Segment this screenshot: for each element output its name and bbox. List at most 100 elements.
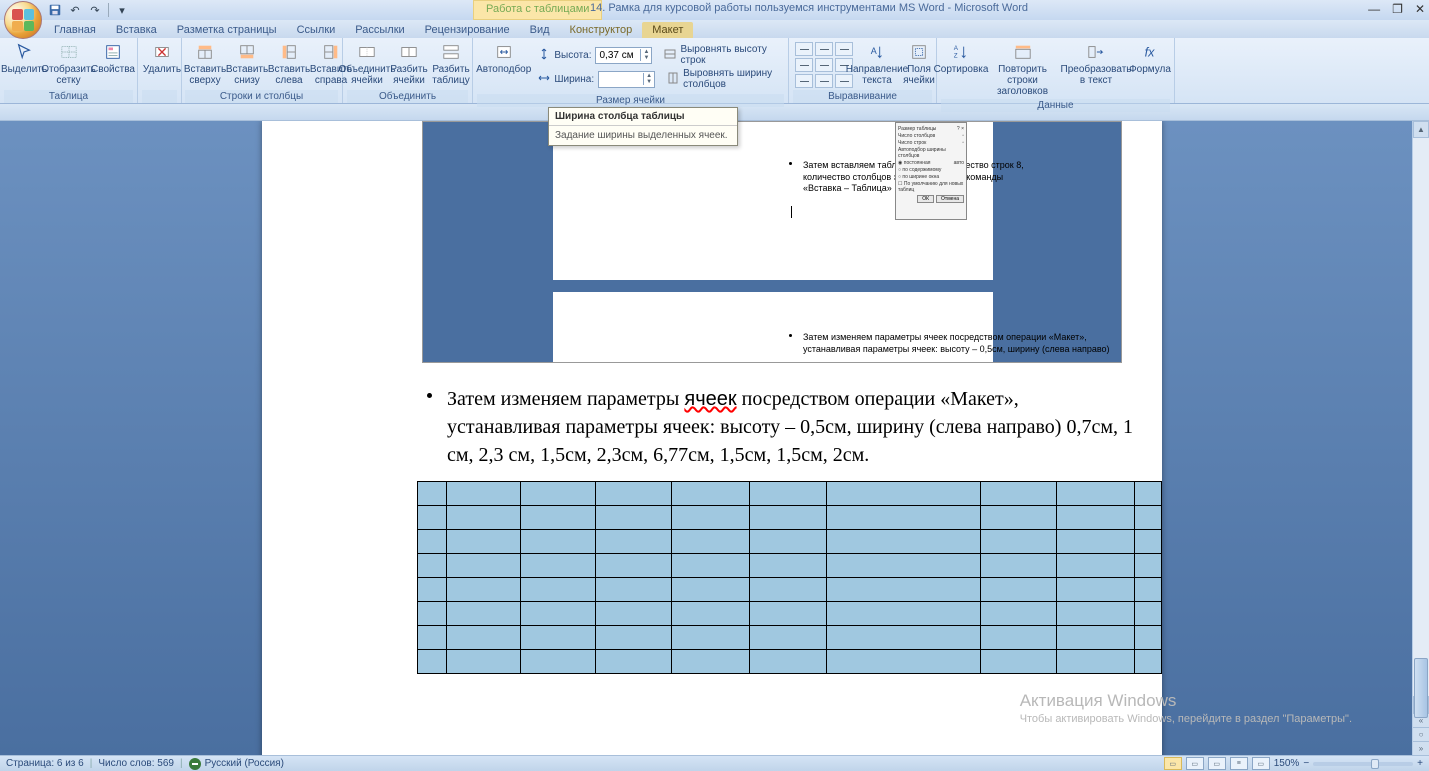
- scroll-thumb[interactable]: [1414, 658, 1428, 718]
- table-cell[interactable]: [520, 602, 596, 626]
- width-spinner[interactable]: ▲▼: [598, 71, 655, 88]
- table-cell[interactable]: [1057, 530, 1134, 554]
- align-ml[interactable]: [795, 58, 813, 72]
- table-cell[interactable]: [520, 530, 596, 554]
- redo-icon[interactable]: ↷: [88, 3, 102, 17]
- table-cell[interactable]: [671, 602, 749, 626]
- insert-above-button[interactable]: Вставить сверху: [185, 40, 225, 88]
- browse-object-button[interactable]: ○: [1413, 727, 1429, 741]
- table-cell[interactable]: [447, 578, 521, 602]
- table-cell[interactable]: [826, 506, 980, 530]
- minimize-button[interactable]: —: [1368, 2, 1380, 16]
- office-button[interactable]: [4, 1, 42, 39]
- tab-insert[interactable]: Вставка: [106, 22, 167, 38]
- sort-button[interactable]: AZ Сортировка: [941, 40, 981, 77]
- table-cell[interactable]: [418, 482, 447, 506]
- height-spinner[interactable]: ▲▼: [595, 47, 652, 64]
- table-cell[interactable]: [520, 506, 596, 530]
- zoom-in-button[interactable]: +: [1417, 758, 1423, 769]
- zoom-level[interactable]: 150%: [1274, 758, 1300, 769]
- table-cell[interactable]: [671, 626, 749, 650]
- view-web[interactable]: ▭: [1208, 757, 1226, 770]
- document-area[interactable]: Затем вставляем табл формата: количество…: [0, 121, 1412, 755]
- undo-icon[interactable]: ↶: [68, 3, 82, 17]
- table-cell[interactable]: [826, 554, 980, 578]
- scroll-track[interactable]: [1413, 138, 1429, 696]
- table-cell[interactable]: [980, 482, 1057, 506]
- distribute-cols-button[interactable]: Выровнять ширину столбцов: [683, 68, 778, 90]
- table-cell[interactable]: [671, 578, 749, 602]
- delete-button[interactable]: Удалить: [142, 40, 182, 77]
- table-cell[interactable]: [520, 554, 596, 578]
- table-cell[interactable]: [750, 650, 827, 674]
- gridlines-button[interactable]: Отобразить сетку: [46, 40, 91, 88]
- table-cell[interactable]: [447, 506, 521, 530]
- page[interactable]: Затем вставляем табл формата: количество…: [262, 121, 1162, 755]
- height-input[interactable]: [596, 49, 640, 62]
- table-cell[interactable]: [671, 482, 749, 506]
- table-cell[interactable]: [671, 530, 749, 554]
- formula-button[interactable]: fx Формула: [1130, 40, 1170, 77]
- table-cell[interactable]: [596, 650, 672, 674]
- table-cell[interactable]: [418, 578, 447, 602]
- align-tc[interactable]: [815, 42, 833, 56]
- properties-button[interactable]: Свойства: [93, 40, 133, 77]
- table-cell[interactable]: [1057, 482, 1134, 506]
- table-cell[interactable]: [596, 482, 672, 506]
- table-cell[interactable]: [750, 602, 827, 626]
- table-cell[interactable]: [826, 578, 980, 602]
- table-cell[interactable]: [671, 554, 749, 578]
- text-direction-button[interactable]: A Направление текста: [857, 40, 897, 88]
- table-cell[interactable]: [520, 482, 596, 506]
- split-table-button[interactable]: Разбить таблицу: [431, 40, 471, 88]
- table-cell[interactable]: [671, 506, 749, 530]
- table-cell[interactable]: [1134, 554, 1161, 578]
- table-cell[interactable]: [980, 650, 1057, 674]
- table-cell[interactable]: [980, 530, 1057, 554]
- merge-cells-button[interactable]: Объединить ячейки: [347, 40, 387, 88]
- vertical-scrollbar[interactable]: ▲ ▼ « ○ »: [1412, 121, 1429, 755]
- spinner-arrows[interactable]: ▲▼: [640, 49, 651, 61]
- table-cell[interactable]: [447, 554, 521, 578]
- table-cell[interactable]: [980, 554, 1057, 578]
- table-cell[interactable]: [1134, 506, 1161, 530]
- zoom-out-button[interactable]: −: [1303, 758, 1309, 769]
- table-cell[interactable]: [980, 578, 1057, 602]
- table-cell[interactable]: [418, 506, 447, 530]
- tab-home[interactable]: Главная: [44, 22, 106, 38]
- table-cell[interactable]: [596, 506, 672, 530]
- table-cell[interactable]: [750, 482, 827, 506]
- tab-references[interactable]: Ссылки: [287, 22, 346, 38]
- body-paragraph[interactable]: Затем изменяем параметры ячеек посредств…: [447, 385, 1137, 469]
- table-cell[interactable]: [418, 530, 447, 554]
- zoom-slider[interactable]: [1313, 762, 1413, 766]
- tab-table-layout[interactable]: Макет: [642, 22, 693, 38]
- tab-design[interactable]: Конструктор: [560, 22, 643, 38]
- distribute-rows-button[interactable]: Выровнять высоту строк: [680, 44, 778, 66]
- save-icon[interactable]: [48, 3, 62, 17]
- spinner-arrows-2[interactable]: ▲▼: [643, 73, 654, 85]
- table-cell[interactable]: [520, 650, 596, 674]
- convert-button[interactable]: Преобразовать в текст: [1064, 40, 1128, 88]
- view-print-layout[interactable]: ▭: [1164, 757, 1182, 770]
- table-cell[interactable]: [826, 650, 980, 674]
- table-cell[interactable]: [750, 578, 827, 602]
- table-cell[interactable]: [596, 626, 672, 650]
- tab-mailings[interactable]: Рассылки: [345, 22, 414, 38]
- align-mc[interactable]: [815, 58, 833, 72]
- table-cell[interactable]: [447, 626, 521, 650]
- close-button[interactable]: ✕: [1415, 2, 1425, 16]
- table-cell[interactable]: [750, 554, 827, 578]
- table-cell[interactable]: [826, 602, 980, 626]
- insert-below-button[interactable]: Вставить снизу: [227, 40, 267, 88]
- table-cell[interactable]: [750, 626, 827, 650]
- view-draft[interactable]: ▭: [1252, 757, 1270, 770]
- table-cell[interactable]: [1057, 602, 1134, 626]
- table-cell[interactable]: [418, 554, 447, 578]
- tab-review[interactable]: Рецензирование: [415, 22, 520, 38]
- next-page-button[interactable]: »: [1413, 741, 1429, 755]
- width-input[interactable]: [599, 73, 643, 86]
- table-cell[interactable]: [826, 482, 980, 506]
- table-cell[interactable]: [447, 482, 521, 506]
- table-cell[interactable]: [596, 554, 672, 578]
